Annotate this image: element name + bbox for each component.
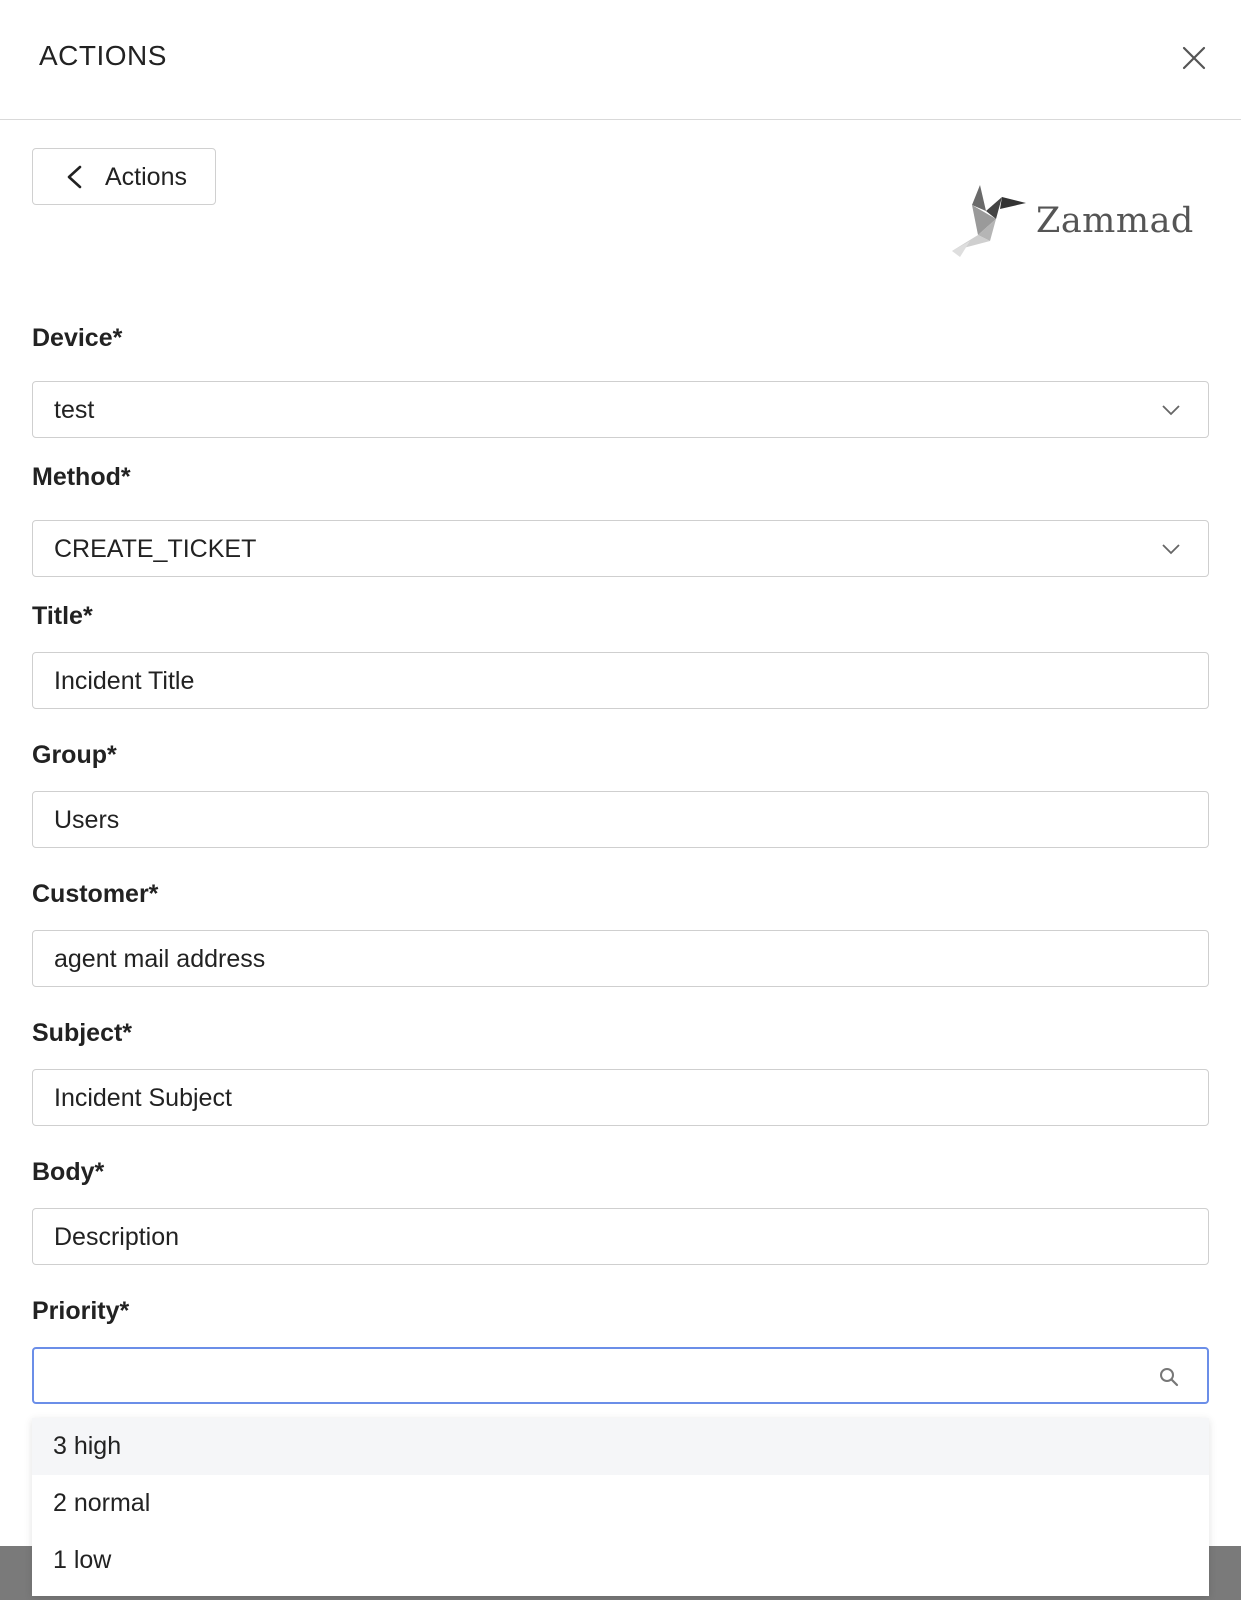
subject-input[interactable]: Incident Subject: [32, 1069, 1209, 1126]
subject-label: Subject*: [32, 1019, 133, 1047]
body-input[interactable]: Description: [32, 1208, 1209, 1265]
subject-value: Incident Subject: [54, 1084, 232, 1112]
method-value: CREATE_TICKET: [54, 535, 257, 563]
modal-title: ACTIONS: [39, 40, 167, 71]
title-input[interactable]: Incident Title: [32, 652, 1209, 709]
back-to-actions-button[interactable]: Actions: [32, 148, 216, 205]
priority-option-high[interactable]: 3 high: [32, 1418, 1209, 1475]
group-value: Users: [54, 806, 120, 834]
customer-input[interactable]: agent mail address: [32, 930, 1209, 987]
priority-dropdown: 3 high 2 normal 1 low: [32, 1418, 1209, 1596]
chevron-down-icon: [1162, 544, 1180, 555]
device-value: test: [54, 396, 95, 424]
logo-text: Zammad: [1036, 201, 1194, 241]
close-icon[interactable]: [1180, 44, 1210, 74]
priority-option-normal[interactable]: 2 normal: [32, 1475, 1209, 1532]
priority-option-label: 1 low: [53, 1546, 112, 1574]
zammad-bird-logo: [952, 185, 1026, 257]
group-input[interactable]: Users: [32, 791, 1209, 848]
method-label: Method*: [32, 463, 131, 491]
chevron-left-icon: [67, 165, 82, 189]
title-value: Incident Title: [54, 667, 195, 695]
body-value: Description: [54, 1223, 180, 1251]
priority-option-low[interactable]: 1 low: [32, 1532, 1209, 1589]
priority-search-input[interactable]: [32, 1347, 1209, 1404]
priority-label: Priority*: [32, 1297, 130, 1325]
priority-option-label: 2 normal: [53, 1489, 151, 1517]
priority-option-label: 3 high: [53, 1432, 122, 1460]
search-icon: [1160, 1368, 1179, 1387]
modal-header: ACTIONS: [0, 0, 1241, 120]
body-label: Body*: [32, 1158, 105, 1186]
method-select[interactable]: CREATE_TICKET: [32, 520, 1209, 577]
zammad-logo: Zammad: [950, 183, 1200, 259]
device-select[interactable]: test: [32, 381, 1209, 438]
device-label: Device*: [32, 324, 123, 352]
actions-modal: ACTIONS Actions Zammad Device* test Meth…: [0, 0, 1241, 1596]
title-label: Title*: [32, 602, 93, 630]
customer-value: agent mail address: [54, 945, 266, 973]
customer-label: Customer*: [32, 880, 159, 908]
back-button-label: Actions: [105, 163, 187, 191]
chevron-down-icon: [1162, 405, 1180, 416]
group-label: Group*: [32, 741, 117, 769]
